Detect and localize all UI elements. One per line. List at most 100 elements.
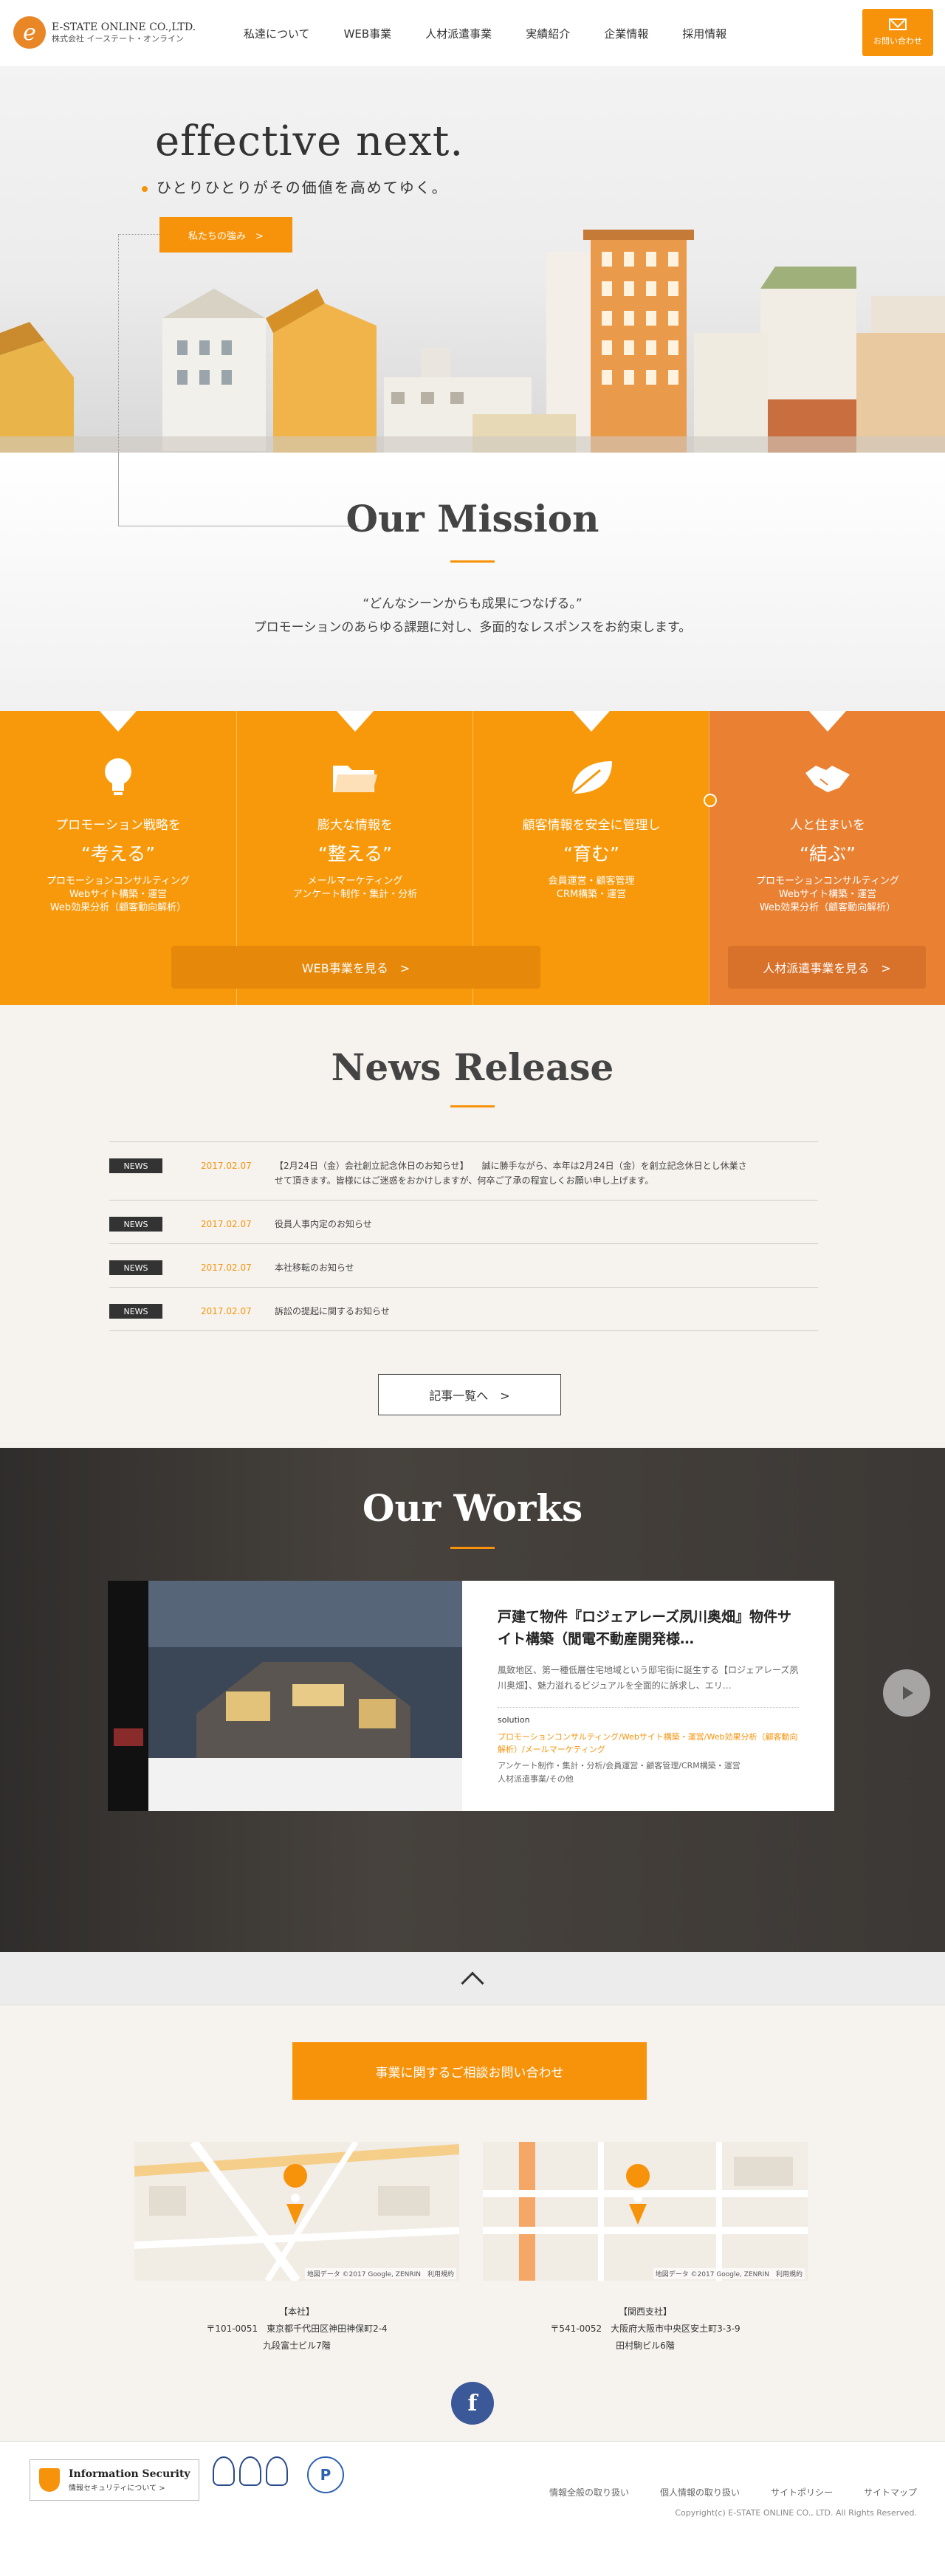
news-date: 2017.02.07: [201, 1161, 252, 1171]
security-title: Information Security: [69, 2467, 190, 2480]
office-line: 田村駒ビル6階: [616, 2340, 675, 2351]
nav-about[interactable]: 私達について: [244, 26, 310, 41]
news-text: 本社移転のお知らせ: [275, 1263, 354, 1273]
office-name: 【本社】: [278, 2307, 315, 2317]
mission-section: Our Mission “どんなシーンからも成果につなげる。” プロモーションの…: [0, 453, 945, 711]
shield-icon: [39, 2468, 60, 2492]
access-section: 事業に関するご相談お問い合わせ 地図データ ©2017 Google, ZENR…: [0, 2005, 945, 2441]
mission-accent-bar: [450, 560, 495, 563]
works-info: 戸建て物件『ロジェアレーズ夙川奥畑』物件サイト構築（閒電不動産開発様… 風致地区…: [462, 1581, 834, 1811]
information-security-badge[interactable]: Information Security 情報セキュリティについて >: [30, 2459, 199, 2501]
lightbulb-icon: [94, 754, 142, 801]
news-badge: NEWS: [109, 1260, 162, 1275]
facebook-icon[interactable]: f: [451, 2382, 494, 2425]
logo-text: E-STATE ONLINE CO.,LTD. 株式会社 イーステート・オンライ…: [52, 21, 196, 44]
leaf-icon: [568, 754, 615, 801]
certification-mark-icon: [239, 2456, 261, 2486]
news-item[interactable]: NEWS 2017.02.07 訴訟の提起に関するお知らせ: [109, 1288, 818, 1331]
news-item[interactable]: NEWS 2017.02.07 役員人事内定のお知らせ: [109, 1201, 818, 1244]
solution-label: solution: [498, 1714, 530, 1725]
works-solution: solution プロモーションコンサルティング/Webサイト構築・運営/Web…: [498, 1706, 799, 1785]
nav-works[interactable]: 実績紹介: [526, 26, 570, 41]
works-section: Our Works 戸建て物件『ロジェアレーズ夙川奥畑』物件サイト構築（閒電不動…: [0, 1448, 945, 1952]
footer-link[interactable]: 情報全般の取り扱い: [549, 2486, 629, 2498]
footer-link[interactable]: 個人情報の取り扱い: [660, 2486, 740, 2498]
service-detail: メールマーケティング: [307, 876, 403, 887]
works-accent-bar: [450, 1547, 495, 1549]
head-office-map[interactable]: 地図データ ©2017 Google, ZENRIN 利用規約: [134, 2142, 459, 2281]
service-keyword: “整える”: [317, 843, 393, 865]
news-badge: NEWS: [109, 1304, 162, 1319]
service-detail: アンケート制作・集計・分析: [292, 889, 418, 901]
news-date: 2017.02.07: [201, 1219, 252, 1229]
copyright: Copyright(c) E-STATE ONLINE CO., LTD. Al…: [675, 2508, 917, 2518]
logo-japanese-name: 株式会社 イーステート・オンライン: [52, 33, 184, 44]
news-list: NEWS 2017.02.07 【2月24日（金）会社創立記念休日のお知らせ】 …: [109, 1141, 818, 1331]
mission-quote: “どんなシーンからも成果につなげる。”: [362, 597, 583, 611]
footer-link[interactable]: サイトポリシー: [771, 2486, 833, 2498]
solution-sub: アンケート制作・集計・分析/会員運営・顧客管理/CRM構築・運営 人材派遣事業/…: [498, 1760, 740, 1784]
service-details: プロモーションコンサルティング Webサイト構築・運営 Web効果分析（顧客動向…: [709, 875, 945, 916]
service-detail: 会員運営・顧客管理: [548, 876, 635, 887]
certification-mark-icon: [213, 2456, 235, 2486]
notch: [100, 711, 137, 732]
logo-mark-icon: e: [13, 16, 46, 49]
news-more-button[interactable]: 記事一覧へ >: [378, 1374, 561, 1415]
news-accent-bar: [450, 1105, 495, 1107]
service-keyword: “育む”: [563, 843, 619, 865]
divider-dot-icon: [704, 794, 717, 807]
mission-description: プロモーションのあらゆる課題に対し、多面的なレスポンスをお約束します。: [253, 620, 692, 635]
nav-staffing[interactable]: 人材派遣事業: [425, 26, 492, 41]
service-keyword: “考える”: [80, 843, 156, 865]
security-text: Information Security 情報セキュリティについて >: [69, 2468, 190, 2493]
news-section: News Release NEWS 2017.02.07 【2月24日（金）会社…: [0, 1005, 945, 1448]
company-logo[interactable]: e E-STATE ONLINE CO.,LTD. 株式会社 イーステート・オン…: [13, 16, 196, 49]
hero-title: effective next.: [155, 117, 464, 165]
kansai-office-map[interactable]: 地図データ ©2017 Google, ZENRIN 利用規約: [483, 2142, 808, 2281]
footer-links: 情報全般の取り扱い 個人情報の取り扱い サイトポリシー サイトマップ: [518, 2486, 917, 2498]
web-business-button[interactable]: WEB事業を見る >: [171, 946, 540, 989]
folder-icon: [331, 754, 379, 801]
nav-recruit[interactable]: 採用情報: [682, 26, 726, 41]
main-nav: 私達について WEB事業 人材派遣事業 実績紹介 企業情報 採用情報: [244, 0, 760, 67]
news-item[interactable]: NEWS 2017.02.07 本社移転のお知らせ: [109, 1244, 818, 1288]
service-detail: プロモーションコンサルティング: [47, 876, 190, 887]
hero-subtitle-text: ひとりひとりがその価値を高めてゆく。: [157, 179, 448, 196]
office-line: 九段富士ビル7階: [263, 2340, 331, 2351]
nav-company[interactable]: 企業情報: [604, 26, 648, 41]
service-detail: Webサイト構築・運営: [69, 889, 168, 901]
kansai-office-address: 【関西支社】 〒541-0052 大阪府大阪市中央区安土町3-3-9 田村駒ビル…: [483, 2304, 808, 2354]
notch: [809, 711, 846, 732]
site-header: e E-STATE ONLINE CO.,LTD. 株式会社 イーステート・オン…: [0, 0, 945, 67]
works-card-text: 風致地区、第一種低層住宅地域という邸宅街に誕生する【ロジェアレーズ夙川奥畑】、魅…: [498, 1664, 799, 1691]
orange-dot-icon: [142, 185, 148, 192]
certification-mark-icon: [266, 2456, 288, 2486]
works-thumbnail: [108, 1581, 462, 1811]
service-title: 顧客情報を安全に管理し: [522, 818, 661, 833]
hero: effective next. ひとりひとりがその価値を高めてゆく。 私たちの強…: [0, 67, 945, 453]
news-item[interactable]: NEWS 2017.02.07 【2月24日（金）会社創立記念休日のお知らせ】 …: [109, 1142, 818, 1201]
nav-web-business[interactable]: WEB事業: [344, 26, 392, 41]
handshake-icon: [804, 754, 851, 801]
service-details: メールマーケティング アンケート制作・集計・分析: [237, 875, 473, 901]
next-slide-icon[interactable]: [883, 1669, 930, 1717]
news-badge: NEWS: [109, 1158, 162, 1173]
works-card-title[interactable]: 戸建て物件『ロジェアレーズ夙川奥畑』物件サイト構築（閒電不動産開発様…: [498, 1606, 799, 1651]
office-name: 【関西支社】: [618, 2307, 672, 2317]
strengths-button[interactable]: 私たちの強み >: [159, 217, 292, 253]
service-detail: Web効果分析（顧客動向解析）: [49, 902, 187, 914]
service-keyword: “結ぶ”: [800, 843, 856, 865]
works-card[interactable]: 戸建て物件『ロジェアレーズ夙川奥畑』物件サイト構築（閒電不動産開発様… 風致地区…: [108, 1581, 834, 1811]
services-section: プロモーション戦略を “考える” プロモーションコンサルティング Webサイト構…: [0, 711, 945, 1005]
footer-link[interactable]: サイトマップ: [864, 2486, 917, 2498]
map-credit: 地図データ ©2017 Google, ZENRIN 利用規約: [653, 2268, 805, 2279]
consult-button[interactable]: 事業に関するご相談お問い合わせ: [292, 2042, 647, 2100]
back-to-top[interactable]: [0, 1952, 945, 2005]
office-line: 〒541-0052 大阪府大阪市中央区安土町3-3-9: [550, 2323, 740, 2334]
staffing-business-button[interactable]: 人材派遣事業を見る >: [728, 946, 926, 989]
news-date: 2017.02.07: [201, 1263, 252, 1273]
news-badge: NEWS: [109, 1217, 162, 1232]
service-detail: Web効果分析（顧客動向解析）: [759, 902, 896, 914]
solution-main: プロモーションコンサルティング/Webサイト構築・運営/Web効果分析（顧客動向…: [498, 1731, 798, 1755]
contact-button[interactable]: お問い合わせ: [862, 9, 933, 56]
